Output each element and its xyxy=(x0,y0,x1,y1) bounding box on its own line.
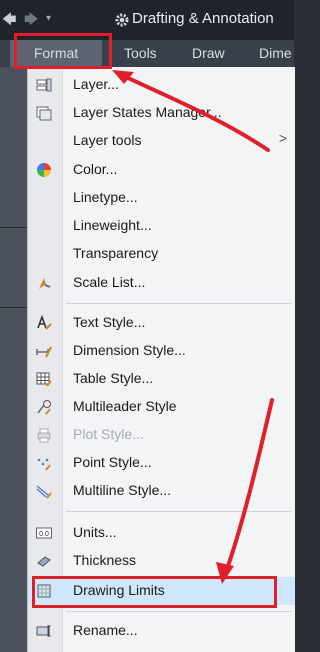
menu-separator xyxy=(66,511,292,512)
menu-item-label: Plot Style... xyxy=(73,426,144,442)
menu-item-label: Layer States Manager... xyxy=(73,104,222,120)
multileader-style-icon xyxy=(37,400,51,415)
menu-item-label: Rename... xyxy=(73,622,138,638)
menu-item-transparency[interactable]: Transparency xyxy=(28,240,295,268)
rename-icon xyxy=(36,625,51,637)
gear-icon[interactable] xyxy=(114,12,130,28)
text-style-icon xyxy=(37,315,52,330)
format-annotation-box xyxy=(14,33,112,69)
menu-item-label: Text Style... xyxy=(73,314,146,330)
menu-item-label: Units... xyxy=(73,524,117,540)
point-style-icon xyxy=(37,458,51,471)
back-arrow-icon[interactable]: 🡄 xyxy=(2,10,16,28)
quick-access-dropdown-icon[interactable]: ▾ xyxy=(46,10,51,28)
forward-arrow-icon[interactable]: 🡆 xyxy=(24,10,38,28)
menu-item-text-style[interactable]: Text Style... xyxy=(28,309,295,337)
menu-item-point-style[interactable]: Point Style... xyxy=(28,449,295,477)
menu-separator xyxy=(66,303,292,304)
submenu-arrow-icon: > xyxy=(278,130,287,146)
menu-item-label: Lineweight... xyxy=(73,217,152,233)
menu-tools[interactable]: Tools xyxy=(124,40,157,67)
menu-item-label: Color... xyxy=(73,161,118,177)
units-icon-text: 0.0 xyxy=(39,531,49,538)
menu-draw[interactable]: Draw xyxy=(192,40,225,67)
menu-item-label: Dimension Style... xyxy=(73,342,186,358)
divider xyxy=(0,227,27,228)
drawing-limits-annotation-box xyxy=(32,576,277,608)
menu-item-label: Point Style... xyxy=(73,454,152,470)
menu-item-label: Transparency xyxy=(73,245,159,261)
thickness-icon xyxy=(37,556,51,567)
table-style-icon xyxy=(36,372,52,387)
format-dropdown-menu: Layer... Layer States Manager... Layer t… xyxy=(27,67,295,652)
menu-dimension[interactable]: Dime xyxy=(259,40,292,67)
divider xyxy=(0,307,27,308)
drawing-area-edge xyxy=(0,67,27,652)
menu-item-label: Layer tools xyxy=(73,132,142,148)
multiline-style-icon xyxy=(36,485,52,499)
menu-item-label: Multileader Style xyxy=(73,398,177,414)
menu-item-label: Thickness xyxy=(73,552,137,568)
menu-item-color[interactable]: Color... xyxy=(28,156,295,184)
menu-item-layer[interactable]: Layer... xyxy=(28,71,295,99)
menu-item-linetype[interactable]: Linetype... xyxy=(28,184,295,212)
menu-item-lineweight[interactable]: Lineweight... xyxy=(28,212,295,240)
dimension-style-icon xyxy=(36,346,52,358)
layer-icon xyxy=(36,78,52,92)
menu-item-label: Table Style... xyxy=(73,370,154,386)
color-wheel-icon xyxy=(37,163,51,177)
menu-item-label: Multiline Style... xyxy=(73,482,172,498)
menu-item-layer-tools[interactable]: Layer tools > xyxy=(28,127,295,155)
menu-item-thickness[interactable]: Thickness xyxy=(28,547,295,575)
plot-style-icon xyxy=(37,428,51,443)
units-icon: 0.0 xyxy=(36,527,52,539)
menu-separator xyxy=(66,611,292,612)
scale-list-icon xyxy=(39,278,51,289)
menu-item-units[interactable]: 0.0 Units... xyxy=(28,519,295,547)
menu-item-label: Linetype... xyxy=(73,189,138,205)
menu-item-label: Layer... xyxy=(73,76,119,92)
menu-item-multileader-style[interactable]: Multileader Style xyxy=(28,393,295,421)
menu-item-scale-list[interactable]: Scale List... xyxy=(28,269,295,297)
menu-item-table-style[interactable]: Table Style... xyxy=(28,365,295,393)
menu-item-rename[interactable]: Rename... xyxy=(28,617,295,645)
menu-item-multiline-style[interactable]: Multiline Style... xyxy=(28,477,295,505)
menu-item-plot-style[interactable]: Plot Style... xyxy=(28,421,295,449)
menu-item-dimension-style[interactable]: Dimension Style... xyxy=(28,337,295,365)
menu-item-label: Scale List... xyxy=(73,274,146,290)
workspace-title[interactable]: Drafting & Annotation xyxy=(132,10,274,27)
layer-states-icon xyxy=(36,106,52,121)
menu-item-layer-states-manager[interactable]: Layer States Manager... xyxy=(28,99,295,127)
